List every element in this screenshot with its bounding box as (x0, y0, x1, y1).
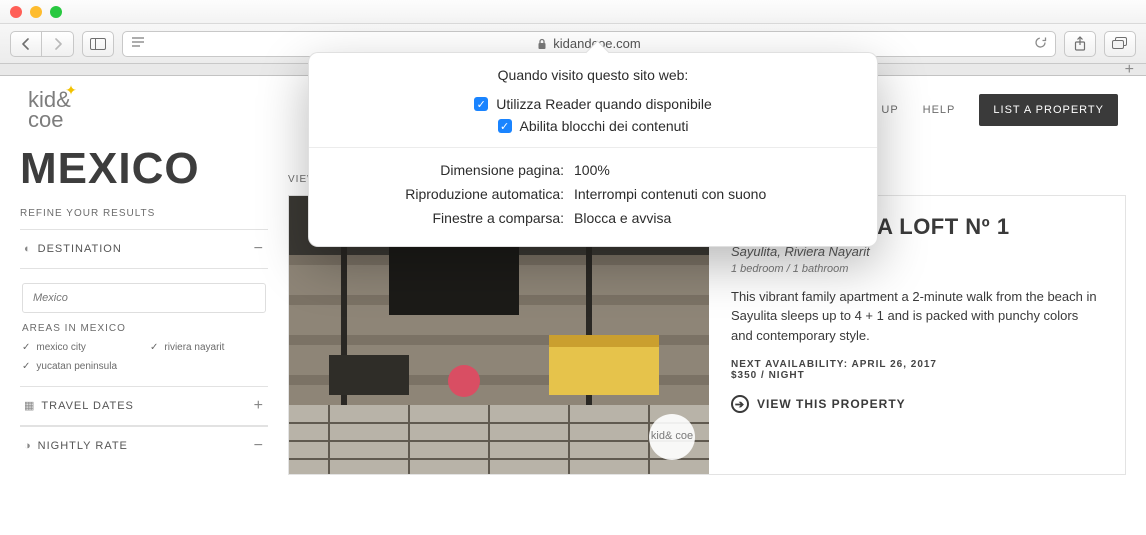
logo-dot-icon: ✦ (65, 84, 77, 97)
window-titlebar (0, 0, 1146, 24)
close-window-button[interactable] (10, 6, 22, 18)
popover-title: Quando visito questo sito web: (309, 67, 877, 83)
nav-help[interactable]: HELP (923, 104, 956, 116)
areas-title: AREAS IN MEXICO (22, 323, 266, 334)
plus-icon: + (254, 397, 264, 415)
arrow-right-icon: ➔ (731, 395, 749, 413)
tabs-icon (1112, 37, 1128, 50)
reader-checkbox-row[interactable]: ✓ Utilizza Reader quando disponibile (309, 93, 877, 115)
page-zoom-row[interactable]: Dimensione pagina: 100% (309, 158, 877, 182)
autoplay-row[interactable]: Riproduzione automatica: Interrompi cont… (309, 182, 877, 206)
checkbox-checked-icon: ✓ (474, 97, 488, 111)
nav-buttons (10, 31, 74, 57)
listing-availability: NEXT AVAILABILITY: APRIL 26, 2017 (731, 359, 1103, 370)
listing-price: $350 / NIGHT (731, 370, 1103, 381)
check-icon: ✓ (22, 342, 30, 353)
minus-icon: − (254, 437, 264, 455)
reader-icon[interactable] (131, 36, 145, 51)
view-property-link[interactable]: ➔ VIEW THIS PROPERTY (731, 395, 1103, 413)
moon-icon: ◑ (24, 440, 32, 452)
content-blockers-checkbox-row[interactable]: ✓ Abilita blocchi dei contenuti (309, 115, 877, 137)
sidebar-icon (90, 38, 106, 50)
zoom-window-button[interactable] (50, 6, 62, 18)
globe-icon: ◐ (24, 243, 32, 255)
minus-icon: − (254, 240, 264, 258)
site-logo[interactable]: ✦ kid& coe (28, 90, 71, 130)
minimize-window-button[interactable] (30, 6, 42, 18)
lock-icon (537, 38, 547, 50)
refine-label: REFINE YOUR RESULTS (20, 208, 268, 219)
area-riviera-nayarit[interactable]: ✓riviera nayarit (150, 342, 266, 353)
area-yucatan-peninsula[interactable]: ✓yucatan peninsula (22, 361, 138, 372)
header-nav: SIGN UP HELP LIST A PROPERTY (846, 94, 1118, 126)
filter-destination-header[interactable]: ◐DESTINATION − (20, 229, 268, 269)
list-property-button[interactable]: LIST A PROPERTY (979, 94, 1118, 126)
calendar-icon: ▦ (24, 400, 35, 412)
area-mexico-city[interactable]: ✓mexico city (22, 342, 138, 353)
share-button[interactable] (1064, 31, 1096, 57)
popups-row[interactable]: Finestre a comparsa: Blocca e avvisa (309, 206, 877, 230)
check-icon: ✓ (22, 361, 30, 372)
forward-button[interactable] (42, 31, 74, 57)
destination-search-input[interactable]: Mexico (22, 283, 266, 313)
popover-divider (309, 147, 877, 148)
back-button[interactable] (10, 31, 42, 57)
tabs-button[interactable] (1104, 31, 1136, 57)
listing-meta: 1 bedroom / 1 bathroom (731, 263, 1103, 275)
chevron-left-icon (21, 38, 31, 50)
sidebar: MEXICO REFINE YOUR RESULTS ◐DESTINATION … (20, 144, 268, 475)
reload-button[interactable] (1034, 36, 1047, 52)
page-heading: MEXICO (20, 144, 268, 194)
filter-nightly-rate-header[interactable]: ◑NIGHTLY RATE − (20, 426, 268, 465)
site-settings-popover: Quando visito questo sito web: ✓ Utilizz… (308, 52, 878, 247)
checkbox-checked-icon: ✓ (498, 119, 512, 133)
filter-destination-body: Mexico AREAS IN MEXICO ✓mexico city ✓riv… (20, 269, 268, 386)
brand-stamp: kid& coe (649, 414, 695, 460)
filter-travel-dates-header[interactable]: ▦TRAVEL DATES + (20, 386, 268, 426)
share-icon (1073, 36, 1087, 52)
sidebar-button[interactable] (82, 31, 114, 57)
check-icon: ✓ (150, 342, 158, 353)
listing-description: This vibrant family apartment a 2-minute… (731, 287, 1103, 346)
chevron-right-icon (53, 38, 63, 50)
